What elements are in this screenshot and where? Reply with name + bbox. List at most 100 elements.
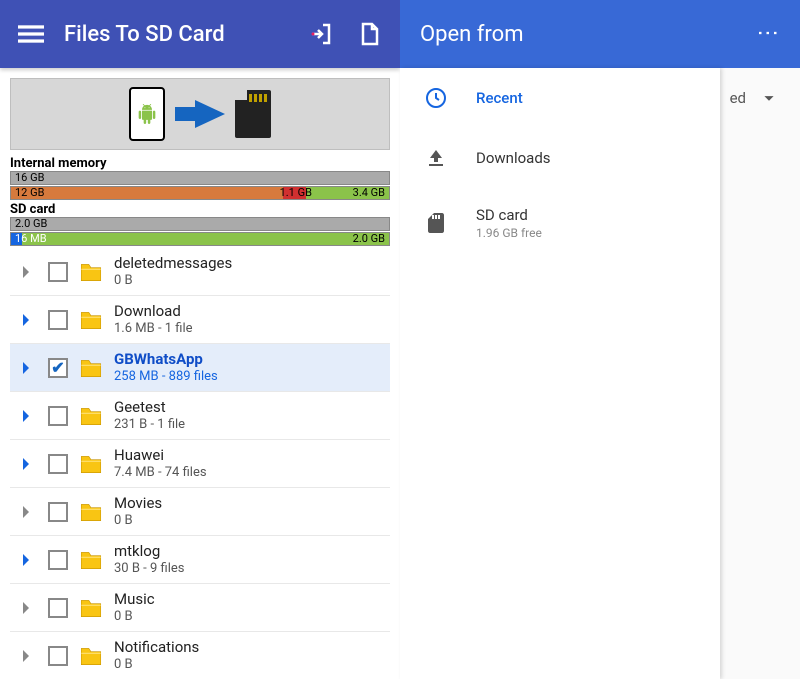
open-from-text: SD card 1.96 GB free	[476, 206, 542, 240]
file-text: deletedmessages0 B	[114, 254, 232, 289]
open-from-item-title: Downloads	[476, 149, 551, 167]
file-text: Notifications0 B	[114, 638, 199, 673]
file-text: Huawei7.4 MB - 74 files	[114, 446, 207, 481]
file-text: GBWhatsApp258 MB - 889 files	[114, 350, 218, 385]
file-row[interactable]: Huawei7.4 MB - 74 files	[10, 440, 390, 488]
right-pane: Open from ⋮ ed Recent Downloads SD card 1.9…	[400, 0, 800, 679]
file-text: Geetest231 B - 1 file	[114, 398, 185, 433]
file-checkbox[interactable]	[48, 646, 68, 666]
file-list: deletedmessages0 BDownload1.6 MB - 1 fil…	[10, 248, 390, 679]
storage-sd-used-bar: 16 MB 2.0 GB	[10, 232, 390, 246]
expand-chevron-icon[interactable]	[14, 260, 38, 284]
app-title: Files To SD Card	[64, 22, 288, 47]
file-row[interactable]: Movies0 B	[10, 488, 390, 536]
internal-used-text: 12 GB	[11, 187, 48, 199]
open-from-item[interactable]: Downloads	[400, 128, 720, 188]
open-from-item-title: SD card	[476, 206, 542, 224]
file-checkbox[interactable]	[48, 502, 68, 522]
file-row[interactable]: Geetest231 B - 1 file	[10, 392, 390, 440]
overflow-menu-icon[interactable]: ⋮	[755, 22, 780, 46]
file-checkbox[interactable]	[48, 262, 68, 282]
hamburger-icon[interactable]	[18, 21, 44, 47]
file-subtitle: 0 B	[114, 657, 199, 673]
folder-icon	[78, 595, 104, 621]
clock-icon	[424, 86, 448, 110]
sort-underlay[interactable]: ed	[720, 68, 800, 128]
sd-total-text: 2.0 GB	[11, 218, 51, 230]
folder-icon	[78, 547, 104, 573]
open-from-item[interactable]: Recent	[400, 68, 720, 128]
file-subtitle: 258 MB - 889 files	[114, 369, 218, 385]
file-name: GBWhatsApp	[114, 350, 218, 369]
expand-chevron-icon[interactable]	[14, 548, 38, 572]
transfer-icon[interactable]	[308, 21, 334, 47]
storage-sd-total-bar: 2.0 GB	[10, 217, 390, 231]
storage-internal-total-bar: 16 GB	[10, 171, 390, 185]
file-name: Music	[114, 590, 155, 609]
file-row[interactable]: deletedmessages0 B	[10, 248, 390, 296]
file-row[interactable]: Notifications0 B	[10, 632, 390, 679]
file-name: Notifications	[114, 638, 199, 657]
internal-free-text: 3.4 GB	[349, 187, 389, 199]
file-row[interactable]: mtklog30 B - 9 files	[10, 536, 390, 584]
sort-label: ed	[730, 89, 746, 107]
left-pane: Files To SD Card	[0, 0, 400, 679]
chevron-down-icon	[758, 87, 780, 109]
sdcard-icon	[424, 211, 448, 235]
file-checkbox[interactable]	[48, 550, 68, 570]
file-text: Movies0 B	[114, 494, 162, 529]
open-from-text: Downloads	[476, 149, 551, 167]
folder-icon	[78, 259, 104, 285]
file-text: Music0 B	[114, 590, 155, 625]
open-from-item[interactable]: SD card 1.96 GB free	[400, 188, 720, 258]
file-checkbox[interactable]	[48, 310, 68, 330]
folder-icon	[78, 403, 104, 429]
file-subtitle: 231 B - 1 file	[114, 417, 185, 433]
appbar-right: Open from ⋮	[400, 0, 800, 68]
phone-icon	[129, 87, 165, 141]
file-subtitle: 0 B	[114, 273, 232, 289]
internal-mid-text: 1.1 GB	[276, 187, 316, 199]
expand-chevron-icon[interactable]	[14, 644, 38, 668]
storage-sd-label: SD card	[10, 202, 390, 217]
open-from-list: Recent Downloads SD card 1.96 GB free	[400, 68, 720, 679]
transfer-banner	[10, 78, 390, 150]
expand-chevron-icon[interactable]	[14, 356, 38, 380]
open-from-item-title: Recent	[476, 89, 523, 107]
open-from-item-subtitle: 1.96 GB free	[476, 226, 542, 240]
folder-icon	[78, 355, 104, 381]
expand-chevron-icon[interactable]	[14, 308, 38, 332]
file-name: Huawei	[114, 446, 207, 465]
folder-icon	[78, 643, 104, 669]
open-from-title: Open from	[420, 22, 524, 47]
file-name: mtklog	[114, 542, 184, 561]
folder-icon	[78, 307, 104, 333]
file-name: Download	[114, 302, 193, 321]
file-row[interactable]: Download1.6 MB - 1 file	[10, 296, 390, 344]
expand-chevron-icon[interactable]	[14, 452, 38, 476]
file-text: mtklog30 B - 9 files	[114, 542, 184, 577]
file-checkbox[interactable]	[48, 406, 68, 426]
open-from-text: Recent	[476, 89, 523, 107]
file-checkbox[interactable]	[48, 598, 68, 618]
file-checkbox[interactable]	[48, 358, 68, 378]
expand-chevron-icon[interactable]	[14, 404, 38, 428]
expand-chevron-icon[interactable]	[14, 596, 38, 620]
file-row[interactable]: GBWhatsApp258 MB - 889 files	[10, 344, 390, 392]
download-icon	[424, 146, 448, 170]
sdcard-icon	[235, 90, 271, 138]
storage-internal-label: Internal memory	[10, 156, 390, 171]
expand-chevron-icon[interactable]	[14, 500, 38, 524]
file-name: Movies	[114, 494, 162, 513]
sd-free-text: 2.0 GB	[349, 233, 389, 245]
file-subtitle: 7.4 MB - 74 files	[114, 465, 207, 481]
file-checkbox[interactable]	[48, 454, 68, 474]
file-row[interactable]: Music0 B	[10, 584, 390, 632]
file-name: deletedmessages	[114, 254, 232, 273]
internal-total-text: 16 GB	[11, 172, 48, 184]
folder-icon	[78, 451, 104, 477]
file-subtitle: 0 B	[114, 609, 155, 625]
appbar-left: Files To SD Card	[0, 0, 400, 68]
storage-internal-used-bar: 12 GB 1.1 GB 3.4 GB	[10, 186, 390, 200]
document-icon[interactable]	[356, 21, 382, 47]
